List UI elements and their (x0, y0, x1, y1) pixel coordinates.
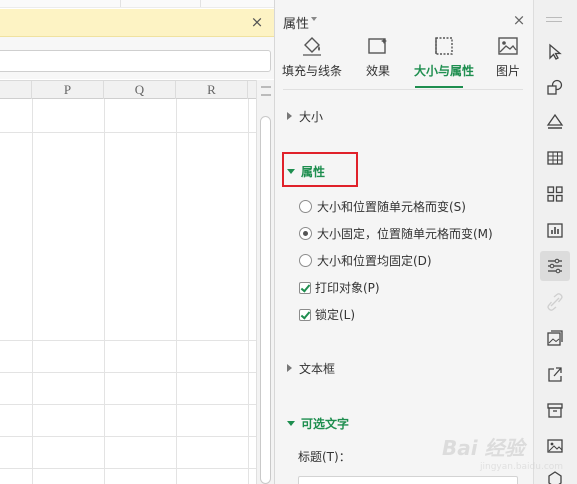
collapsed-arrow-icon (287, 112, 292, 120)
option-move-size-with-cells[interactable]: 大小和位置随单元格而变(S) (299, 198, 466, 216)
column-header-p[interactable]: P (32, 81, 104, 99)
section-size-header[interactable]: 大小 (287, 108, 323, 126)
spreadsheet-area: × P Q R (0, 0, 274, 484)
watermark-logo: Bai 经验 jingyan.baidu.com (440, 420, 563, 480)
grid-line (0, 372, 256, 373)
tab-fill-line[interactable]: 填充与线条 (279, 36, 345, 88)
checkbox-checked[interactable] (299, 309, 311, 321)
expanded-arrow-icon (287, 169, 295, 174)
properties-panel: 属性 × 填充与线条 效果 大小与属性 图片 大小 属性 大小和位置随单元格而变… (274, 0, 533, 484)
grid-line (0, 468, 256, 469)
section-alt-text-header[interactable]: 可选文字 (287, 415, 349, 433)
panel-title[interactable]: 属性 (283, 13, 309, 32)
radio-button[interactable] (299, 200, 312, 213)
size-properties-icon (435, 37, 453, 55)
fill-style-icon[interactable] (540, 107, 570, 137)
watermark-text: Bai 经验 (442, 436, 525, 460)
collapsed-arrow-icon (287, 364, 292, 372)
panel-close-icon[interactable]: × (511, 12, 527, 28)
grid-line (104, 99, 105, 484)
option-lock[interactable]: 锁定(L) (299, 306, 355, 324)
grid-line (32, 99, 33, 484)
expanded-arrow-icon (287, 421, 295, 426)
properties-sliders-icon[interactable] (540, 251, 570, 281)
section-alt-text-label: 可选文字 (301, 417, 350, 431)
option-fixed-size-move-with-cells[interactable]: 大小固定，位置随单元格而变(M) (299, 225, 493, 243)
option-label: 大小和位置随单元格而变(S) (317, 200, 466, 214)
column-header-cell[interactable] (0, 81, 32, 99)
top-strip-tick (120, 0, 121, 7)
section-textbox-label: 文本框 (299, 362, 336, 376)
option-label: 大小和位置均固定(D) (317, 254, 432, 268)
option-label: 打印对象(P) (315, 281, 380, 295)
grid-line (0, 340, 256, 341)
grid-line (0, 436, 256, 437)
notice-bar: × (0, 9, 274, 37)
table-icon[interactable] (540, 143, 570, 173)
section-attributes-header[interactable]: 属性 (287, 163, 325, 181)
chart-icon[interactable] (540, 215, 570, 245)
tab-effects[interactable]: 效果 (345, 36, 411, 88)
formula-bar (0, 37, 274, 79)
grid-line (248, 99, 249, 484)
checkbox-checked[interactable] (299, 282, 311, 294)
grid-line (0, 404, 256, 405)
shapes-icon[interactable] (540, 72, 570, 102)
option-print-object[interactable]: 打印对象(P) (299, 279, 380, 297)
column-header-q[interactable]: Q (104, 81, 176, 99)
scrollbar-thumb[interactable] (260, 116, 271, 484)
grid-line (176, 99, 177, 484)
panel-title-dropdown-icon[interactable] (311, 17, 317, 21)
alt-title-label: 标题(T)： (298, 450, 351, 464)
watermark-subtext: jingyan.baidu.com (480, 462, 564, 472)
fill-bucket-icon (303, 37, 321, 56)
share-icon[interactable] (540, 359, 570, 389)
grid-line (0, 132, 256, 133)
right-toolbar (533, 0, 577, 484)
tab-picture-label: 图片 (495, 64, 520, 78)
cell-grid[interactable] (0, 99, 256, 484)
option-label: 大小固定，位置随单元格而变(M) (317, 227, 493, 241)
picture-icon (498, 37, 518, 55)
section-textbox-header[interactable]: 文本框 (287, 360, 335, 378)
tab-effects-label: 效果 (365, 64, 390, 78)
option-label: 锁定(L) (315, 308, 356, 322)
section-size-label: 大小 (299, 110, 324, 124)
active-tab-indicator (415, 86, 463, 88)
tab-picture[interactable]: 图片 (475, 36, 541, 88)
select-cursor-icon[interactable] (540, 37, 570, 67)
toolbar-handle-icon[interactable] (546, 17, 562, 22)
tab-size-properties-label: 大小与属性 (413, 64, 474, 78)
top-strip (0, 0, 274, 8)
tab-size-properties[interactable]: 大小与属性 (411, 36, 477, 88)
tab-fill-line-label: 填充与线条 (281, 64, 342, 78)
effects-icon (368, 38, 387, 54)
image-gallery-icon[interactable] (540, 323, 570, 353)
tab-divider (283, 89, 523, 90)
top-strip-tick (200, 0, 201, 7)
apps-grid-icon[interactable] (540, 179, 570, 209)
formula-input[interactable] (0, 50, 271, 72)
vertical-scrollbar[interactable] (256, 80, 274, 484)
scrollbar-grip-icon[interactable] (261, 86, 271, 96)
option-fixed-size-and-position[interactable]: 大小和位置均固定(D) (299, 252, 432, 270)
column-header-row: P Q R (0, 80, 256, 99)
notice-close-icon[interactable]: × (248, 13, 266, 31)
radio-button-selected[interactable] (299, 227, 312, 240)
radio-button[interactable] (299, 254, 312, 267)
link-icon (540, 287, 570, 317)
column-header-r[interactable]: R (176, 81, 248, 99)
section-attributes-label: 属性 (301, 165, 326, 179)
